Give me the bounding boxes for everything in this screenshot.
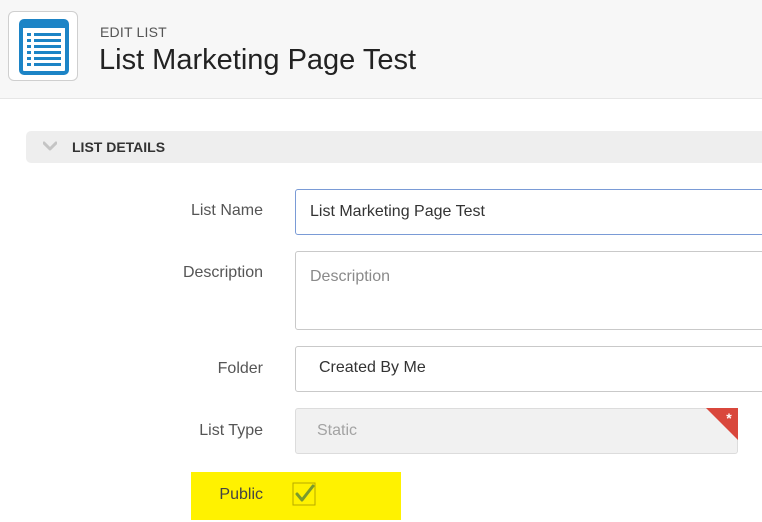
- list-type-label: List Type: [199, 422, 263, 439]
- list-details-section-header[interactable]: LIST DETAILS: [26, 131, 762, 163]
- description-label: Description: [182, 264, 263, 281]
- chevron-down-icon[interactable]: [43, 140, 57, 152]
- list-document-icon: [8, 11, 78, 81]
- page-title: List Marketing Page Test: [99, 44, 417, 76]
- description-textarea[interactable]: Description: [295, 251, 762, 330]
- list-name-value: List Marketing Page Test: [310, 203, 485, 220]
- description-placeholder: Description: [310, 268, 391, 285]
- section-title: LIST DETAILS: [72, 139, 166, 155]
- folder-select[interactable]: Created By Me: [295, 346, 762, 392]
- folder-value: Created By Me: [319, 359, 426, 376]
- list-name-label: List Name: [190, 202, 263, 219]
- list-name-input[interactable]: List Marketing Page Test: [295, 189, 762, 235]
- required-marker: *: [726, 410, 732, 426]
- page-eyebrow: EDIT LIST: [100, 24, 167, 40]
- public-checkbox[interactable]: [292, 482, 316, 506]
- list-type-value: Static: [317, 422, 358, 439]
- required-flag-icon: *: [706, 408, 738, 440]
- checkmark-icon: [292, 482, 316, 506]
- page-header: EDIT LIST List Marketing Page Test: [0, 0, 762, 99]
- list-type-field: Static *: [295, 408, 738, 454]
- public-label: Public: [219, 486, 263, 503]
- folder-label: Folder: [217, 360, 263, 377]
